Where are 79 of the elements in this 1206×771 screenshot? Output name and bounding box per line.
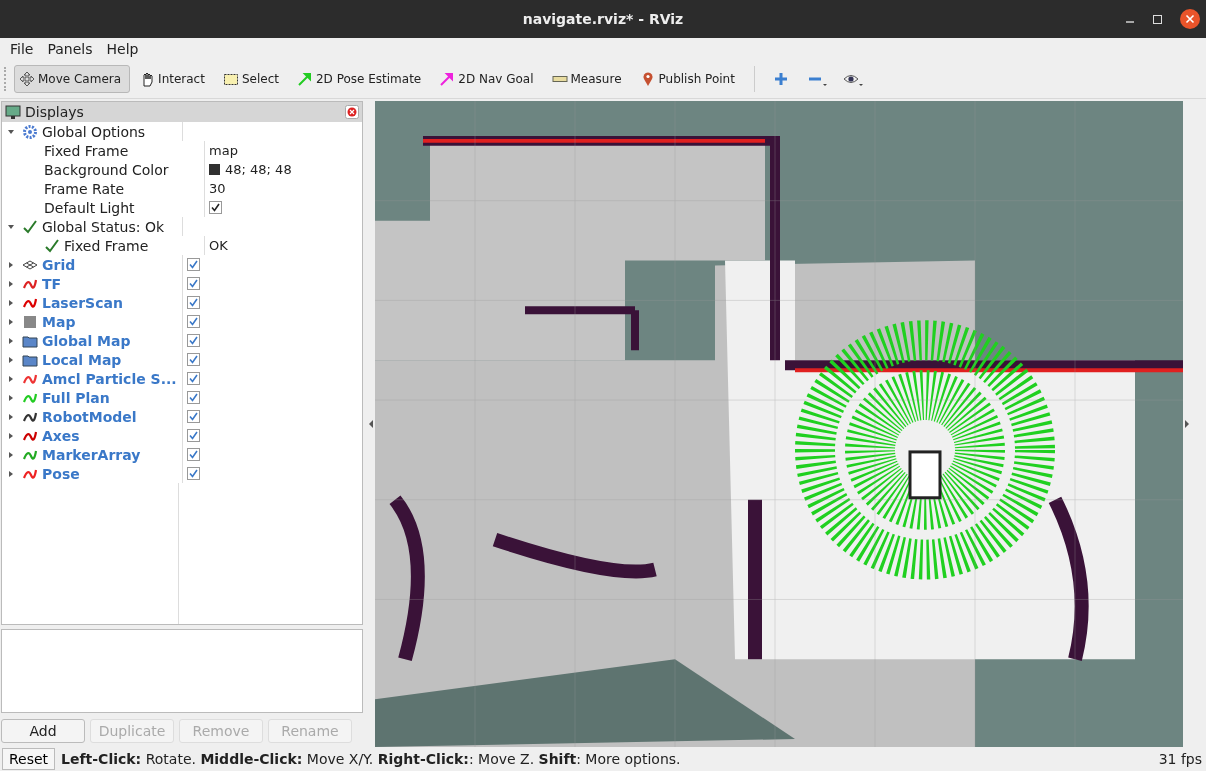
tool-button[interactable]: 2D Nav Goal: [434, 65, 543, 93]
display-name[interactable]: MarkerArray: [42, 446, 141, 463]
expand-arrow-icon[interactable]: [9, 337, 13, 344]
status-check-icon: [44, 237, 60, 254]
property-name: Background Color: [44, 161, 169, 178]
expand-arrow-icon[interactable]: [8, 224, 14, 229]
display-name[interactable]: Local Map: [42, 351, 122, 368]
collapse-right-icon[interactable]: [1185, 419, 1189, 428]
checkbox[interactable]: [187, 429, 200, 442]
reset-button[interactable]: Reset: [2, 747, 56, 770]
display-name[interactable]: Pose: [42, 465, 80, 482]
tool-button[interactable]: Interact: [134, 65, 214, 93]
expand-arrow-icon[interactable]: [9, 280, 13, 287]
expand-arrow-icon[interactable]: [9, 261, 13, 268]
display-name[interactable]: RobotModel: [42, 408, 137, 425]
expand-arrow-icon[interactable]: [9, 394, 13, 401]
expand-arrow-icon[interactable]: [9, 451, 13, 458]
panel-button[interactable]: Add: [1, 719, 85, 743]
checkbox[interactable]: [187, 258, 200, 271]
monitor-icon: [5, 104, 21, 120]
checkbox[interactable]: [187, 315, 200, 328]
property-value: OK: [209, 238, 228, 253]
display-name[interactable]: Global Map: [42, 332, 131, 349]
tool-button[interactable]: Publish Point: [634, 65, 744, 93]
expand-arrow-icon[interactable]: [9, 375, 13, 382]
menu-item[interactable]: File: [4, 41, 40, 57]
expand-arrow-icon[interactable]: [9, 413, 13, 420]
maximize-icon[interactable]: [1153, 14, 1162, 24]
tool-button[interactable]: 2D Pose Estimate: [291, 65, 431, 93]
tree-label[interactable]: Fixed Frame: [64, 237, 149, 254]
gear-icon: [22, 123, 38, 140]
menu-item[interactable]: Panels: [41, 41, 99, 57]
display-name[interactable]: LaserScan: [42, 294, 123, 311]
tree-label[interactable]: Global Options: [42, 123, 146, 140]
status-check-icon: [22, 218, 38, 235]
expand-arrow-icon[interactable]: [9, 356, 13, 363]
checkbox[interactable]: [187, 353, 200, 366]
expand-arrow-icon[interactable]: [9, 318, 13, 325]
checkbox[interactable]: [187, 296, 200, 309]
display-name[interactable]: Map: [42, 313, 76, 330]
display-name[interactable]: Axes: [42, 427, 80, 444]
checkbox[interactable]: [187, 277, 200, 290]
arrow-icon: [439, 71, 456, 87]
move-icon: [19, 71, 35, 87]
property-value: 30: [209, 181, 226, 196]
checkbox[interactable]: [187, 334, 200, 347]
close-icon[interactable]: [1180, 9, 1200, 29]
expand-arrow-icon[interactable]: [9, 470, 13, 477]
help-text: Left-Click: Rotate. Middle-Click: Move X/Y. Right-Click:: Move Z. Shift: More options.: [61, 750, 681, 767]
checkbox[interactable]: [209, 201, 222, 214]
checkbox[interactable]: [187, 448, 200, 461]
property-value: 48; 48; 48: [225, 162, 292, 177]
checkbox[interactable]: [187, 467, 200, 480]
expand-arrow-icon[interactable]: [9, 299, 13, 306]
color-swatch: [209, 164, 220, 175]
property-value: map: [209, 143, 238, 158]
window-title: navigate.rviz* - RViz: [522, 11, 684, 27]
menu-item[interactable]: Help: [100, 41, 145, 57]
property-name: Fixed Frame: [44, 142, 129, 159]
fps-counter: 31 fps: [1158, 750, 1202, 767]
expand-arrow-icon[interactable]: [9, 432, 13, 439]
checkbox[interactable]: [187, 410, 200, 423]
display-name[interactable]: Grid: [42, 256, 76, 273]
checkbox[interactable]: [187, 372, 200, 385]
property-name: Frame Rate: [44, 180, 125, 197]
expand-arrow-icon[interactable]: [8, 129, 14, 134]
tool-button[interactable]: Measure: [546, 65, 631, 93]
checkbox[interactable]: [187, 391, 200, 404]
tool-button[interactable]: Select: [217, 65, 288, 93]
panel-title: Displays: [25, 104, 84, 120]
tree-label[interactable]: Global Status: Ok: [42, 218, 164, 235]
select-icon: [222, 71, 239, 87]
arrow-icon: [296, 71, 313, 87]
display-name[interactable]: Amcl Particle S...: [42, 370, 177, 387]
display-icon: [22, 313, 38, 330]
tool-button[interactable]: Move Camera: [14, 65, 131, 93]
display-name[interactable]: Full Plan: [42, 389, 110, 406]
display-name[interactable]: TF: [42, 275, 62, 292]
property-name: Default Light: [44, 199, 135, 216]
